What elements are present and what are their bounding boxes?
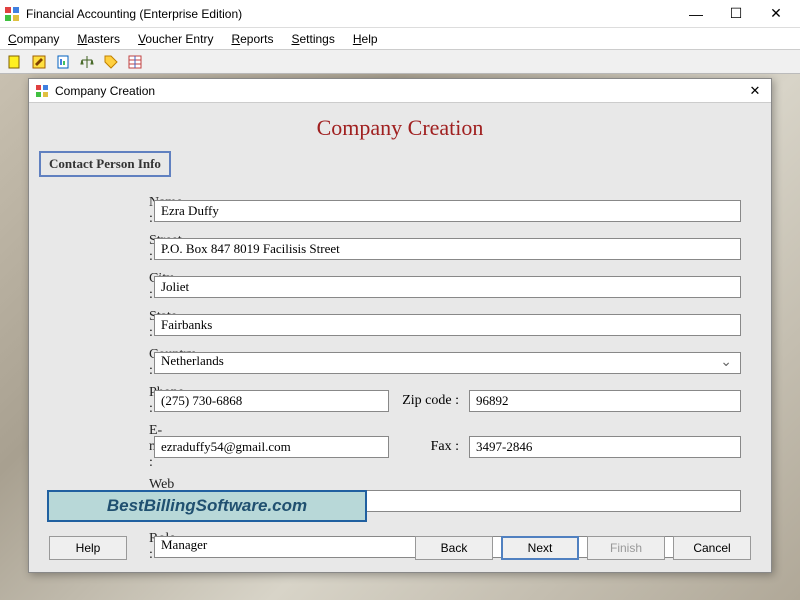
section-tab: Contact Person Info [39,151,171,177]
cancel-button[interactable]: Cancel [673,536,751,560]
label-country: Country : [59,347,154,379]
dialog-title: Company Creation [55,84,745,98]
country-select[interactable]: Netherlands [154,352,741,374]
menu-help[interactable]: Help [353,32,378,46]
toolbar-grid-icon[interactable] [124,52,146,72]
app-title: Financial Accounting (Enterprise Edition… [26,7,676,21]
minimize-button[interactable]: — [676,0,716,28]
label-phone: Phone : [59,385,154,417]
toolbar [0,50,800,74]
finish-button: Finish [587,536,665,560]
zip-field[interactable] [469,390,741,412]
maximize-button[interactable]: ☐ [716,0,756,28]
toolbar-balance-icon[interactable] [76,52,98,72]
menubar: Company Masters Voucher Entry Reports Se… [0,28,800,50]
phone-field[interactable] [154,390,389,412]
menu-reports[interactable]: Reports [231,32,273,46]
toolbar-new-icon[interactable] [4,52,26,72]
app-icon [4,6,20,22]
street-field[interactable] [154,238,741,260]
label-city: City : [59,271,154,303]
fax-field[interactable] [469,436,741,458]
help-button[interactable]: Help [49,536,127,560]
menu-masters[interactable]: Masters [77,32,120,46]
name-field[interactable] [154,200,741,222]
watermark-banner: BestBillingSoftware.com [47,490,367,522]
dialog-heading: Company Creation [29,115,771,141]
company-creation-dialog: Company Creation ✕ Company Creation Cont… [28,78,772,573]
email-field[interactable] [154,436,389,458]
menu-voucher[interactable]: Voucher Entry [138,32,213,46]
button-row: Help Back Next Finish Cancel [29,536,771,560]
next-button[interactable]: Next [501,536,579,560]
menu-company[interactable]: Company [8,32,59,46]
city-field[interactable] [154,276,741,298]
label-zip: Zip code : [389,393,469,409]
close-button[interactable]: ✕ [756,0,796,28]
label-name: Name : [59,195,154,227]
label-email: E-mail : [59,423,154,471]
back-button[interactable]: Back [415,536,493,560]
dialog-titlebar: Company Creation ✕ [29,79,771,103]
dialog-icon [35,84,49,98]
toolbar-tag-icon[interactable] [100,52,122,72]
label-street: Street : [59,233,154,265]
menu-settings[interactable]: Settings [291,32,334,46]
dialog-header: Company Creation [29,103,771,151]
label-fax: Fax : [389,439,469,455]
label-state: State : [59,309,154,341]
dialog-close-icon[interactable]: ✕ [745,83,765,99]
main-titlebar: Financial Accounting (Enterprise Edition… [0,0,800,28]
toolbar-report-icon[interactable] [52,52,74,72]
toolbar-edit-icon[interactable] [28,52,50,72]
state-field[interactable] [154,314,741,336]
